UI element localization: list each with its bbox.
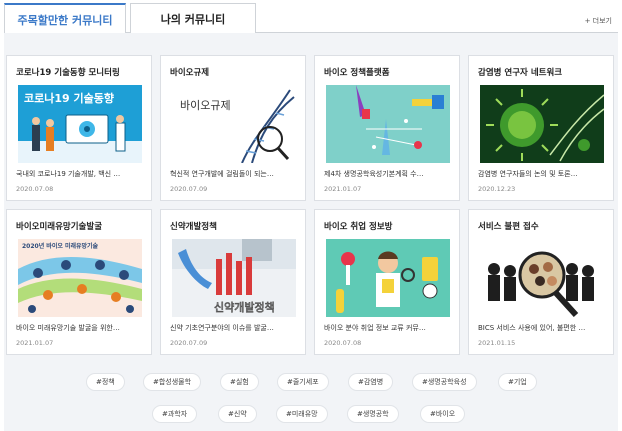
card-date: 2020.12.23	[478, 185, 516, 193]
community-card[interactable]: 바이오규제 바이오규제 혁신적 연구개발에 걸림돌이 되는… 2020.07.0…	[160, 55, 306, 201]
card-title: 바이오규제	[170, 68, 210, 78]
hashtag[interactable]: #미래유망	[276, 405, 328, 423]
card-description: BICS 서비스 사용에 있어, 불편한 …	[478, 324, 586, 332]
hashtag[interactable]: #신약	[218, 405, 257, 423]
hashtag[interactable]: #생명공학	[347, 405, 399, 423]
community-card[interactable]: 신약개발정책 신약개발정책 신약 기초연구분야의 이슈를 발굴… 2020.07…	[160, 209, 306, 355]
thumb-text: 2020년 바이오 미래유망기술	[22, 242, 99, 250]
hashtag[interactable]: #감염병	[348, 373, 394, 391]
card-date: 2020.07.09	[170, 339, 208, 347]
thumb-text: 바이오규제	[180, 99, 231, 112]
community-card[interactable]: 서비스 불편 접수 BICS 서비스 사용에 있어, 불편한 … 2021.01…	[468, 209, 614, 355]
card-thumbnail: 2020년 바이오 미래유망기술	[18, 239, 142, 317]
hashtag[interactable]: #합성생물학	[143, 373, 202, 391]
community-card[interactable]: 바이오미래유망기술발굴 2020년 바이오 미래유망기술 바이오 미래유망기술 …	[6, 209, 152, 355]
community-tabs: 주목할만한 커뮤니티 나의 커뮤니티 + 더보기	[4, 3, 618, 35]
card-thumbnail	[480, 239, 604, 317]
card-title: 코로나19 기술동향 모니터링	[16, 68, 120, 78]
card-date: 2021.01.07	[324, 185, 362, 193]
tab-featured-community[interactable]: 주목할만한 커뮤니티	[4, 3, 126, 35]
card-date: 2020.07.09	[170, 185, 208, 193]
card-title: 바이오 취업 정보방	[324, 222, 393, 232]
card-thumbnail: 코로나19 기술동향	[18, 85, 142, 163]
card-description: 감염병 연구자들의 논의 및 토론…	[478, 170, 578, 178]
card-thumbnail	[326, 85, 450, 163]
card-date: 2021.01.15	[478, 339, 516, 347]
card-title: 바이오 정책플랫폼	[324, 68, 390, 78]
card-description: 제4차 생명공학육성기본계획 수…	[324, 170, 424, 178]
hashtag[interactable]: #정책	[86, 373, 125, 391]
thumb-text: 코로나19 기술동향	[24, 91, 114, 105]
tab-my-community[interactable]: 나의 커뮤니티	[130, 3, 256, 34]
hashtag[interactable]: #줄기세포	[277, 373, 329, 391]
card-title: 바이오미래유망기술발굴	[16, 222, 103, 232]
community-panel: 코로나19 기술동향 모니터링 코로나19 기술동향 국내외 코로나19 기술개…	[4, 33, 618, 431]
hashtag[interactable]: #바이오	[420, 405, 466, 423]
card-description: 국내외 코로나19 기술개발, 백신 …	[16, 170, 121, 178]
community-card[interactable]: 감염병 연구자 네트워크 감염병 연구자들의 논의 및 토론… 2020.12.…	[468, 55, 614, 201]
card-date: 2020.07.08	[324, 339, 362, 347]
thumb-text: 신약개발정책	[214, 300, 275, 314]
hashtag[interactable]: #기업	[498, 373, 537, 391]
hashtag[interactable]: #생명공학육성	[412, 373, 477, 391]
card-title: 감염병 연구자 네트워크	[478, 68, 563, 78]
community-card[interactable]: 바이오 정책플랫폼 제4차 생명공학육성기본계획 수… 2021.01.07	[314, 55, 460, 201]
card-title: 서비스 불편 접수	[478, 222, 539, 232]
card-date: 2020.07.08	[16, 185, 54, 193]
card-description: 바이오 분야 취업 정보 교류 커뮤…	[324, 324, 426, 332]
community-card[interactable]: 코로나19 기술동향 모니터링 코로나19 기술동향 국내외 코로나19 기술개…	[6, 55, 152, 201]
card-description: 바이오 미래유망기술 발굴을 위한…	[16, 324, 120, 332]
card-thumbnail	[326, 239, 450, 317]
card-thumbnail: 바이오규제	[172, 85, 296, 163]
card-thumbnail	[480, 85, 604, 163]
card-description: 신약 기초연구분야의 이슈를 발굴…	[170, 324, 274, 332]
card-thumbnail: 신약개발정책	[172, 239, 296, 317]
hashtag[interactable]: #실험	[220, 373, 259, 391]
hashtag[interactable]: #과학자	[152, 405, 198, 423]
card-date: 2021.01.07	[16, 339, 54, 347]
more-link[interactable]: + 더보기	[585, 16, 612, 26]
community-card[interactable]: 바이오 취업 정보방 바이오 분야 취업 정보 교류 커뮤… 2020.07.0…	[314, 209, 460, 355]
card-title: 신약개발정책	[170, 222, 217, 232]
card-description: 혁신적 연구개발에 걸림돌이 되는…	[170, 170, 274, 178]
